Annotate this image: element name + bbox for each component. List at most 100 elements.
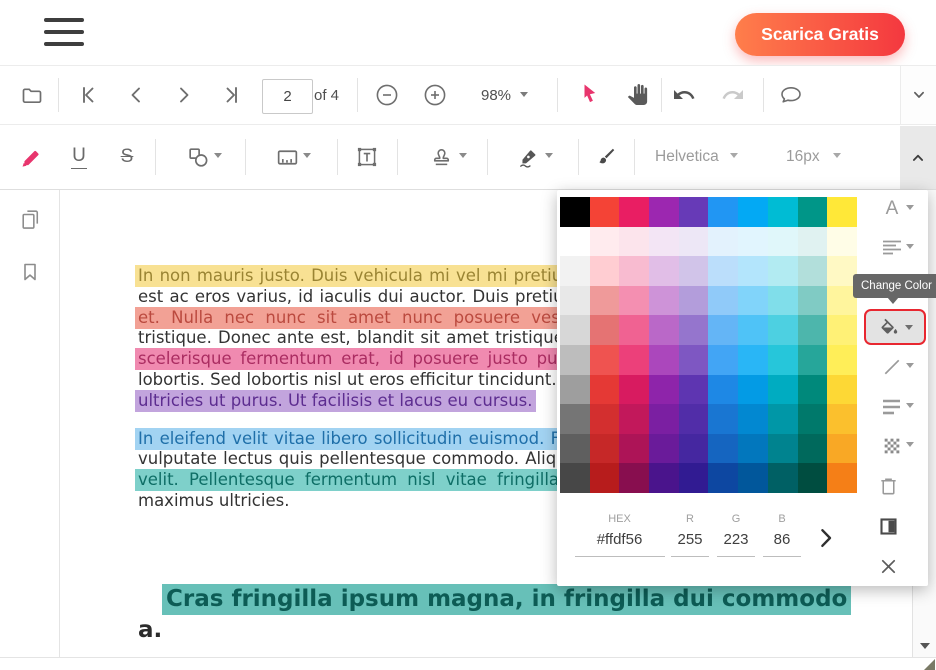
hex-value-input[interactable]: #ffdf56 (577, 531, 662, 548)
color-swatch[interactable] (678, 285, 709, 316)
chevron-down-icon[interactable] (906, 403, 914, 408)
color-swatch[interactable] (708, 404, 739, 434)
font-family-dropdown[interactable]: Helvetica (655, 148, 719, 166)
color-swatch[interactable] (797, 404, 828, 434)
collapse-toolbar-button[interactable] (900, 66, 936, 124)
color-swatch[interactable] (649, 197, 679, 227)
color-swatch[interactable] (767, 285, 798, 316)
color-swatch[interactable] (708, 226, 739, 257)
color-swatch[interactable] (708, 344, 739, 375)
color-swatch[interactable] (560, 374, 590, 405)
next-palette-button[interactable] (812, 524, 838, 550)
blue-value-input[interactable]: 86 (767, 531, 797, 548)
text-highlight-teal[interactable]: velit. Pellentesque fermentum nisl vitae… (135, 469, 603, 492)
color-swatch[interactable] (619, 463, 650, 493)
color-swatch[interactable] (797, 256, 828, 286)
color-swatch[interactable] (619, 285, 650, 316)
zoom-level-dropdown[interactable]: 98% (481, 87, 511, 104)
color-swatch[interactable] (767, 197, 798, 227)
color-swatch[interactable] (797, 197, 828, 227)
color-swatch[interactable] (589, 256, 620, 286)
hamburger-menu-icon[interactable] (44, 18, 84, 48)
color-swatch[interactable] (767, 463, 798, 493)
chevron-down-icon[interactable] (214, 153, 222, 158)
color-swatch[interactable] (619, 226, 650, 257)
color-swatch[interactable] (678, 256, 709, 286)
color-swatch[interactable] (738, 315, 768, 345)
color-swatch[interactable] (560, 285, 590, 316)
color-swatch[interactable] (827, 404, 857, 434)
bookmarks-button[interactable] (17, 259, 43, 285)
color-swatch[interactable] (827, 315, 857, 345)
color-swatch[interactable] (738, 463, 768, 493)
color-swatch[interactable] (649, 315, 679, 345)
chevron-down-icon[interactable] (906, 205, 914, 210)
color-swatch[interactable] (738, 433, 768, 464)
color-swatch[interactable] (619, 344, 650, 375)
hand-tool-button[interactable] (625, 82, 649, 106)
color-swatch[interactable] (767, 344, 798, 375)
color-swatch[interactable] (560, 197, 590, 227)
signature-tool-button[interactable] (515, 143, 541, 171)
color-swatch[interactable] (589, 197, 620, 227)
color-swatch[interactable] (827, 226, 857, 257)
text-align-button[interactable] (879, 235, 905, 261)
color-swatch[interactable] (738, 197, 768, 227)
stamp-tool-button[interactable] (428, 143, 454, 171)
color-swatch[interactable] (797, 344, 828, 375)
text-highlight-yellow[interactable]: In non mauris justo. Duis vehicula mi ve… (135, 265, 603, 287)
color-swatch[interactable] (708, 285, 739, 316)
chevron-down-icon[interactable] (545, 153, 553, 158)
text-box-tool-button[interactable] (354, 144, 380, 170)
color-swatch[interactable] (619, 197, 650, 227)
color-swatch[interactable] (827, 433, 857, 464)
color-swatch[interactable] (738, 374, 768, 405)
color-swatch[interactable] (678, 344, 709, 375)
color-swatch[interactable] (589, 433, 620, 464)
page-number-input[interactable] (262, 79, 313, 114)
text-highlight-blue[interactable]: In eleifend velit vitae libero sollicitu… (135, 427, 601, 450)
color-swatch[interactable] (767, 374, 798, 405)
text-color-button[interactable]: A (879, 196, 905, 222)
scroll-down-arrow-icon[interactable] (920, 643, 930, 649)
strikethrough-tool-button[interactable]: S (114, 142, 140, 172)
color-swatch[interactable] (560, 315, 590, 345)
color-swatch[interactable] (678, 404, 709, 434)
color-swatch[interactable] (560, 344, 590, 375)
chevron-down-icon[interactable] (906, 363, 914, 368)
color-swatch[interactable] (797, 315, 828, 345)
color-swatch[interactable] (738, 344, 768, 375)
line-style-button[interactable] (879, 354, 905, 380)
color-swatch[interactable] (678, 374, 709, 405)
color-swatch[interactable] (560, 463, 590, 493)
color-swatch[interactable] (827, 344, 857, 375)
color-swatch[interactable] (738, 256, 768, 286)
color-swatch[interactable] (767, 256, 798, 286)
color-swatch[interactable] (589, 463, 620, 493)
underline-tool-button[interactable]: U (66, 142, 92, 172)
color-swatch[interactable] (827, 463, 857, 493)
color-swatch[interactable] (678, 197, 709, 227)
select-tool-button[interactable] (577, 82, 601, 106)
open-file-button[interactable] (19, 83, 45, 109)
color-swatch[interactable] (708, 315, 739, 345)
last-page-button[interactable] (220, 83, 244, 107)
color-swatch[interactable] (708, 433, 739, 464)
color-swatch[interactable] (678, 226, 709, 257)
color-swatch[interactable] (767, 226, 798, 257)
chevron-down-icon[interactable] (833, 153, 841, 158)
color-swatch[interactable] (589, 315, 620, 345)
next-page-button[interactable] (172, 83, 196, 107)
text-highlight-salmon[interactable]: et. Nulla nec nunc sit amet nunc posuere… (135, 306, 610, 329)
color-swatch[interactable] (649, 433, 679, 464)
text-highlight-purple[interactable]: ultricies ut purus. Ut facilisis et lacu… (135, 389, 536, 412)
color-swatch[interactable] (589, 404, 620, 434)
opacity-button[interactable] (879, 433, 905, 459)
change-color-button[interactable] (864, 309, 926, 345)
text-highlight-heading[interactable]: Cras fringilla ipsum magna, in fringilla… (162, 583, 852, 615)
color-swatch[interactable] (589, 374, 620, 405)
chevron-down-icon[interactable] (459, 153, 467, 158)
color-swatch[interactable] (827, 374, 857, 405)
line-thickness-button[interactable] (879, 394, 905, 420)
color-swatch[interactable] (708, 197, 739, 227)
